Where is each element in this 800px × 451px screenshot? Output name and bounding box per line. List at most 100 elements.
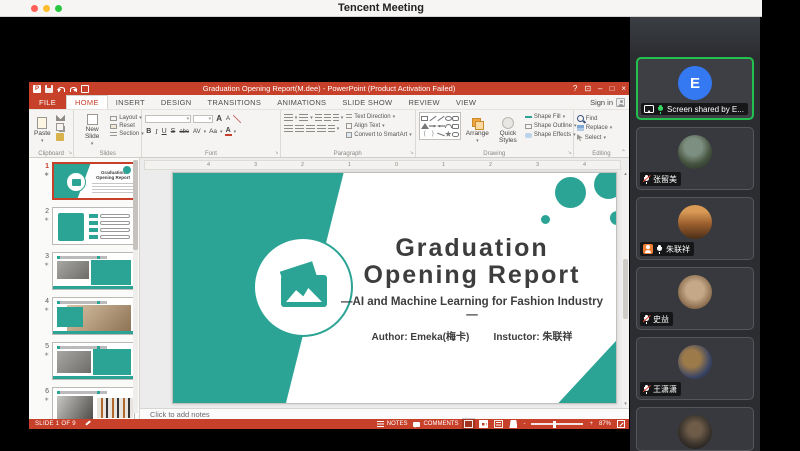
scroll-up-icon[interactable]: ▴ <box>624 171 627 177</box>
tab-review[interactable]: REVIEW <box>400 95 447 109</box>
section-button[interactable]: Section▾ <box>110 131 144 137</box>
columns-icon[interactable] <box>328 125 335 132</box>
ribbon-options-button[interactable]: ⊡ <box>584 84 591 93</box>
participant-tile[interactable]: 王潇潇 <box>636 337 754 400</box>
replace-button[interactable]: Replace▾ <box>577 125 613 131</box>
participant-tile[interactable]: 朱联祥 <box>636 197 754 260</box>
tab-insert[interactable]: INSERT <box>108 95 153 109</box>
align-right-icon[interactable] <box>306 125 315 132</box>
normal-view-icon[interactable] <box>464 420 473 428</box>
drawing-dialog-launcher-icon[interactable]: ↘ <box>568 150 572 156</box>
clear-formatting-icon[interactable] <box>233 115 241 123</box>
font-size-select[interactable]: ▾ <box>193 115 213 123</box>
notes-toggle-label[interactable]: NOTES <box>387 421 408 427</box>
save-icon[interactable] <box>45 85 53 93</box>
zoom-in-button[interactable]: + <box>589 421 593 427</box>
strikethrough-button[interactable]: S <box>170 128 177 135</box>
help-button[interactable]: ? <box>573 84 577 93</box>
close-traffic-light[interactable] <box>31 5 38 12</box>
arrange-button[interactable]: Arrange ▾ <box>464 112 491 148</box>
numbering-icon[interactable] <box>299 114 308 121</box>
tab-design[interactable]: DESIGN <box>153 95 200 109</box>
paste-button[interactable]: Paste ▾ <box>32 112 53 148</box>
fullscreen-traffic-light[interactable] <box>55 5 62 12</box>
reading-view-icon[interactable] <box>494 420 503 428</box>
scrollbar-thumb[interactable] <box>623 259 628 319</box>
zoom-out-button[interactable]: - <box>523 421 525 427</box>
comments-toggle-label[interactable]: COMMENTS <box>423 421 458 427</box>
shrink-font-button[interactable]: A <box>225 116 231 122</box>
grow-font-button[interactable]: A <box>215 114 223 123</box>
redo-icon[interactable] <box>69 85 77 93</box>
slide-thumbnail-4[interactable]: 4∗ <box>39 297 139 335</box>
align-center-icon[interactable] <box>295 125 304 132</box>
fit-slide-to-window-icon[interactable] <box>617 420 625 428</box>
bold-button[interactable]: B <box>145 128 152 135</box>
thumbnail-scrollbar[interactable] <box>133 160 138 413</box>
slide-sorter-view-icon[interactable] <box>479 420 488 428</box>
font-name-select[interactable]: ▾ <box>145 115 191 123</box>
slide-thumbnail-1[interactable]: 1∗ Graduation Opening Report <box>39 162 139 200</box>
line-spacing-icon[interactable] <box>333 114 339 121</box>
collapse-ribbon-icon[interactable]: ⌃ <box>621 149 626 156</box>
bullets-icon[interactable] <box>284 114 293 121</box>
vertical-scrollbar[interactable]: ▴ ▾ <box>622 170 629 408</box>
slide-thumbnail-5[interactable]: 5∗ <box>39 342 139 380</box>
participant-tile[interactable] <box>636 407 754 451</box>
minimize-traffic-light[interactable] <box>43 5 50 12</box>
undo-icon[interactable] <box>57 85 65 93</box>
change-case-button[interactable]: Aa <box>208 128 218 135</box>
convert-smartart-button[interactable]: Convert to SmartArt▾ <box>346 132 412 138</box>
zoom-slider-thumb[interactable] <box>553 421 556 428</box>
notes-pane[interactable]: Click to add notes <box>140 408 629 419</box>
tab-animations[interactable]: ANIMATIONS <box>269 95 334 109</box>
close-button[interactable]: × <box>621 84 626 93</box>
layout-button[interactable]: Layout▾ <box>110 115 144 121</box>
title-block[interactable]: Graduation Opening Report —AI and Machin… <box>341 235 603 343</box>
notes-toggle-icon[interactable] <box>377 421 384 427</box>
italic-button[interactable]: I <box>154 128 158 136</box>
find-button[interactable]: Find <box>577 115 613 122</box>
align-left-icon[interactable] <box>284 125 293 132</box>
text-direction-button[interactable]: Text Direction▾ <box>346 114 412 120</box>
sign-in[interactable]: Sign in <box>590 95 625 110</box>
clipboard-dialog-launcher-icon[interactable]: ↘ <box>68 150 72 156</box>
increase-indent-icon[interactable] <box>324 114 331 121</box>
align-text-button[interactable]: Align Text▾ <box>346 123 412 129</box>
shape-effects-button[interactable]: Shape Effects▾ <box>525 132 577 138</box>
scroll-down-icon[interactable]: ▾ <box>624 401 627 407</box>
maximize-button[interactable]: □ <box>609 84 614 93</box>
quick-styles-button[interactable]: Quick Styles <box>494 112 522 148</box>
font-dialog-launcher-icon[interactable]: ↘ <box>275 150 279 156</box>
shape-outline-button[interactable]: Shape Outline▾ <box>525 123 577 129</box>
participant-tile[interactable]: 史益 <box>636 267 754 330</box>
tab-home[interactable]: HOME <box>66 95 108 109</box>
shape-fill-button[interactable]: Shape Fill▾ <box>525 114 577 120</box>
underline-button[interactable]: U <box>161 128 168 135</box>
comments-toggle-icon[interactable] <box>413 422 420 427</box>
tab-view[interactable]: VIEW <box>448 95 484 109</box>
zoom-slider[interactable] <box>531 423 583 425</box>
tab-transitions[interactable]: TRANSITIONS <box>199 95 269 109</box>
tab-slideshow[interactable]: SLIDE SHOW <box>334 95 400 109</box>
text-shadow-button[interactable]: abc <box>178 129 190 135</box>
decrease-indent-icon[interactable] <box>315 114 322 121</box>
paragraph-dialog-launcher-icon[interactable]: ↘ <box>410 150 414 156</box>
minimize-button[interactable]: – <box>598 84 602 93</box>
character-spacing-button[interactable]: AV <box>192 129 202 135</box>
current-slide[interactable]: Graduation Opening Report —AI and Machin… <box>172 172 617 404</box>
copy-icon[interactable] <box>56 123 64 131</box>
new-slide-button[interactable]: New Slide ▾ <box>77 112 107 148</box>
font-color-button[interactable]: A <box>225 127 232 136</box>
spellcheck-icon[interactable] <box>84 421 91 428</box>
start-slideshow-icon[interactable] <box>81 85 89 93</box>
participant-tile[interactable]: 张留美 <box>636 127 754 190</box>
slideshow-view-icon[interactable] <box>509 420 517 428</box>
justify-icon[interactable] <box>317 125 326 132</box>
tab-file[interactable]: FILE <box>29 95 66 109</box>
cut-icon[interactable] <box>56 115 65 121</box>
reset-button[interactable]: Reset <box>110 123 144 129</box>
shapes-gallery[interactable]: ( ) <box>419 112 461 140</box>
select-button[interactable]: Select▾ <box>577 134 613 141</box>
slide-thumbnail-3[interactable]: 3∗ <box>39 252 139 290</box>
